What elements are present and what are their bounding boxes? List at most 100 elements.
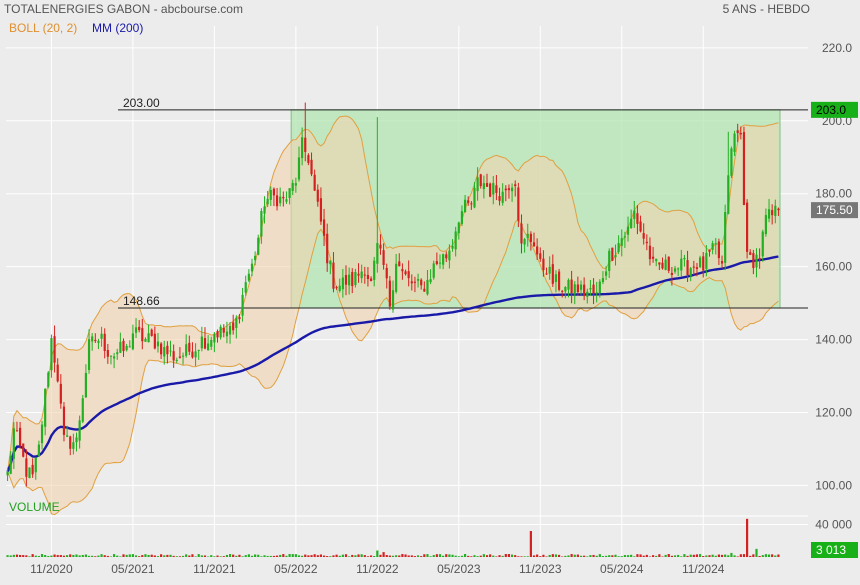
candle-body: [210, 340, 212, 347]
chart-root: 203.00148.66 220.0200.0180.00160.00140.0…: [0, 0, 860, 580]
volume-bar: [72, 555, 74, 557]
volume-bar: [533, 555, 535, 557]
candle-body: [430, 279, 432, 282]
candle-body: [345, 275, 347, 285]
volume-bar: [608, 555, 610, 557]
last-price-badge: 175.50: [811, 202, 858, 218]
candle-body: [220, 327, 222, 338]
candle-body: [467, 200, 469, 203]
volume-bar: [169, 555, 171, 557]
candle-body: [545, 273, 547, 274]
volume-bar: [467, 556, 469, 557]
candle-body: [740, 133, 742, 134]
candle-body: [104, 334, 106, 351]
volume-bar: [668, 554, 670, 557]
volume-bar: [495, 556, 497, 557]
candle-body: [436, 261, 438, 264]
volume-bar: [323, 556, 325, 557]
candle-body: [730, 148, 732, 175]
y-tick-label: 120.00: [815, 405, 852, 419]
candle-body: [141, 328, 143, 341]
volume-bar: [176, 556, 178, 557]
volume-bar: [561, 556, 563, 557]
volume-bar: [304, 555, 306, 557]
volume-bar: [94, 556, 96, 557]
candle-body: [370, 278, 372, 281]
candle-body: [229, 326, 231, 335]
volume-bar: [401, 554, 403, 557]
candle-body: [639, 221, 641, 231]
volume-bar: [746, 519, 748, 557]
candle-body: [605, 271, 607, 275]
volume-bar: [82, 555, 84, 557]
candle-body: [292, 183, 294, 191]
candle-body: [401, 269, 403, 271]
candle-body: [627, 227, 629, 235]
candle-body: [693, 267, 695, 268]
volume-bar: [542, 555, 544, 557]
x-tick-label: 05/2024: [600, 562, 644, 576]
volume-bar: [367, 556, 369, 557]
y-tick-label: 100.00: [815, 478, 852, 492]
candle-body: [41, 425, 43, 444]
candle-body: [270, 190, 272, 200]
candle-body: [53, 336, 55, 362]
candle-body: [395, 264, 397, 292]
candle-body: [245, 282, 247, 293]
candle-body: [451, 246, 453, 249]
volume-bar: [122, 554, 124, 557]
legend-bollinger: BOLL (20, 2): [9, 21, 77, 35]
candle-body: [602, 278, 604, 282]
volume-bar: [398, 555, 400, 557]
candle-body: [32, 465, 34, 474]
candle-body: [47, 373, 49, 387]
candle-body: [715, 243, 717, 244]
volume-bar: [633, 556, 635, 557]
volume-bar: [583, 556, 585, 557]
candle-body: [235, 318, 237, 328]
candle-body: [448, 251, 450, 261]
candle: [699, 256, 701, 268]
candle-body: [194, 351, 196, 357]
candle-body: [655, 259, 657, 261]
volume-bar: [285, 556, 287, 557]
volume-bar: [213, 556, 215, 557]
candle-body: [335, 287, 337, 288]
volume-bar: [567, 555, 569, 557]
candle-body: [273, 189, 275, 196]
volume-bar: [677, 555, 679, 557]
candle-body: [696, 267, 698, 269]
y-tick-label: 140.00: [815, 333, 852, 347]
candle: [730, 147, 732, 178]
volume-bar: [179, 556, 181, 557]
candle-body: [552, 264, 554, 284]
volume-bar: [708, 555, 710, 557]
candle-body: [132, 333, 134, 349]
candle-body: [733, 134, 735, 152]
volume-bar: [614, 555, 616, 557]
candle-body: [683, 258, 685, 259]
candle-body: [100, 334, 102, 339]
candle-body: [60, 384, 62, 404]
candle-body: [705, 253, 707, 269]
candle: [668, 256, 670, 273]
volume-bar: [320, 554, 322, 557]
volume-bar: [57, 555, 59, 557]
candle-body: [201, 337, 203, 349]
volume-bar: [674, 555, 676, 557]
volume-bar: [574, 555, 576, 557]
volume-bar: [204, 555, 206, 557]
volume-bar: [580, 556, 582, 557]
candle-body: [718, 241, 720, 258]
legend-moving-average: MM (200): [92, 21, 143, 35]
volume-bar: [310, 555, 312, 557]
candle-body: [549, 267, 551, 274]
candle-body: [765, 215, 767, 234]
candle-body: [392, 290, 394, 309]
candle: [151, 329, 153, 337]
candle-body: [122, 341, 124, 351]
volume-bar: [35, 556, 37, 557]
candle-body: [611, 248, 613, 261]
candle-body: [442, 254, 444, 265]
candle-body: [85, 373, 87, 397]
